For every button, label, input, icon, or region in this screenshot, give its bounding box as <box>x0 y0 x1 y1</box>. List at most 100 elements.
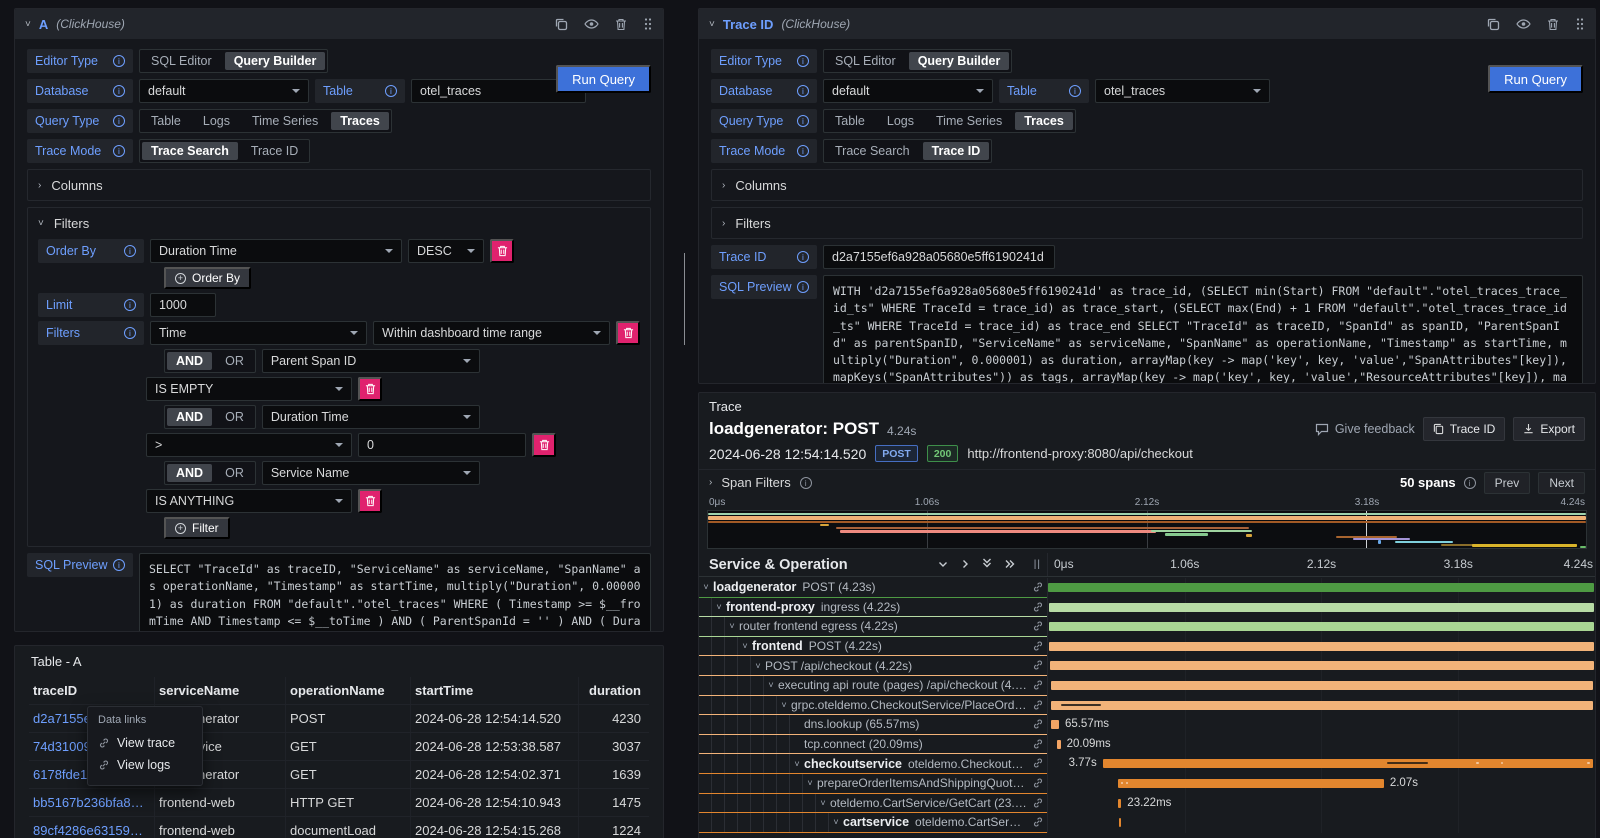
delete-query-icon[interactable] <box>615 18 627 31</box>
span-link-icon[interactable] <box>1032 738 1044 753</box>
info-icon[interactable] <box>800 477 812 489</box>
view-logs-link[interactable]: View logs <box>98 754 192 776</box>
span-row[interactable]: ˅grpc.oteldemo.CheckoutService/PlaceOrde… <box>699 696 1595 716</box>
query-header-trace-id[interactable]: ˅ Trace ID (ClickHouse) <box>699 9 1595 39</box>
info-icon[interactable] <box>797 85 809 97</box>
remove-filter-button[interactable] <box>616 321 640 345</box>
give-feedback-link[interactable]: Give feedback <box>1315 422 1415 436</box>
span-timeline-cell[interactable] <box>1047 656 1595 676</box>
database-select[interactable]: default <box>139 79 309 103</box>
span-timeline-cell[interactable] <box>1047 617 1595 637</box>
drag-handle-icon[interactable] <box>1575 17 1585 31</box>
filter-field-select[interactable]: Duration Time <box>262 405 480 429</box>
filter-value-input[interactable]: 0 <box>358 433 526 457</box>
span-timeline-cell[interactable]: 3.77s <box>1047 754 1595 774</box>
span-duration-bar[interactable] <box>1050 661 1594 670</box>
duplicate-icon[interactable] <box>554 17 568 31</box>
info-icon[interactable] <box>124 245 136 257</box>
query-builder-option[interactable]: Query Builder <box>225 52 326 70</box>
sql-editor-option[interactable]: SQL Editor <box>140 50 223 72</box>
export-button[interactable]: Export <box>1513 417 1585 441</box>
trace-minimap[interactable] <box>707 510 1587 549</box>
span-duration-bar[interactable] <box>1057 740 1060 749</box>
span-duration-bar[interactable] <box>1119 818 1122 827</box>
span-row[interactable]: ˅POST /api/checkout (4.22s) <box>699 656 1595 676</box>
span-row[interactable]: ˅cartserviceoteldemo.CartService/GetCart <box>699 813 1595 833</box>
info-icon[interactable] <box>124 299 136 311</box>
info-icon[interactable] <box>124 327 136 339</box>
filter-field-select[interactable]: Service Name <box>262 461 480 485</box>
info-icon[interactable] <box>797 115 809 127</box>
run-query-button[interactable]: Run Query <box>556 65 651 93</box>
filter-field-select[interactable]: Time <box>150 321 367 345</box>
filter-operator-select[interactable]: IS ANYTHING <box>146 489 352 513</box>
span-row[interactable]: ˅frontend-proxyingress (4.22s) <box>699 598 1595 618</box>
column-resizer-handle[interactable]: || <box>1034 559 1041 570</box>
span-duration-bar[interactable] <box>1049 642 1594 651</box>
drag-handle-icon[interactable] <box>643 17 653 31</box>
span-toggle-chevron-icon[interactable]: ˅ <box>829 817 843 827</box>
span-toggle-chevron-icon[interactable]: ˅ <box>764 680 778 690</box>
info-icon[interactable] <box>113 145 125 157</box>
span-toggle-chevron-icon[interactable]: ˅ <box>790 759 804 769</box>
span-toggle-chevron-icon[interactable]: ˅ <box>803 778 817 788</box>
span-link-icon[interactable] <box>1032 757 1044 772</box>
panel-resize-handle[interactable] <box>684 253 685 345</box>
trace-search-option[interactable]: Trace Search <box>824 140 921 162</box>
order-by-field-select[interactable]: Duration Time <box>150 239 402 263</box>
span-row[interactable]: ˅checkoutserviceoteldemo.CheckoutService… <box>699 754 1595 774</box>
collapse-all-icon[interactable] <box>982 557 992 572</box>
limit-input[interactable]: 1000 <box>150 293 216 317</box>
query-type-toggle[interactable]: Table Logs Time Series Traces <box>139 109 392 133</box>
span-timeline-cell[interactable]: 65.57ms <box>1047 715 1595 735</box>
span-toggle-chevron-icon[interactable]: ˅ <box>751 661 765 671</box>
span-duration-bar[interactable] <box>1048 583 1594 592</box>
editor-type-toggle[interactable]: SQL Editor Query Builder <box>139 49 328 73</box>
span-filters-label[interactable]: Span Filters <box>721 475 790 490</box>
query-type-traces[interactable]: Traces <box>1015 112 1073 130</box>
next-button[interactable]: Next <box>1538 472 1585 494</box>
trace-id-link[interactable]: bb5167b236bfa8201... <box>29 789 155 816</box>
table-select[interactable]: otel_traces <box>1095 79 1270 103</box>
trace-id-option[interactable]: Trace ID <box>240 140 309 162</box>
query-type-traces[interactable]: Traces <box>331 112 389 130</box>
trace-id-input[interactable]: d2a7155ef6a928a05680e5ff6190241d <box>823 245 1055 269</box>
span-duration-bar[interactable] <box>1051 701 1594 710</box>
span-link-icon[interactable] <box>1032 797 1044 812</box>
delete-query-icon[interactable] <box>1547 18 1559 31</box>
query-type-logs[interactable]: Logs <box>192 110 241 132</box>
filter-operator-select[interactable]: IS EMPTY <box>146 377 352 401</box>
query-builder-option[interactable]: Query Builder <box>909 52 1010 70</box>
filters-section[interactable]: ›Filters <box>711 207 1583 239</box>
span-timeline-cell[interactable] <box>1047 813 1595 833</box>
database-select[interactable]: default <box>823 79 993 103</box>
span-duration-bar[interactable] <box>1118 779 1384 788</box>
info-icon[interactable] <box>1464 477 1476 489</box>
collapse-chevron-icon[interactable]: ˅ <box>709 19 715 30</box>
info-icon[interactable] <box>113 559 125 571</box>
prev-button[interactable]: Prev <box>1484 472 1531 494</box>
info-icon[interactable] <box>1069 85 1081 97</box>
span-timeline-cell[interactable]: 20.09ms <box>1047 735 1595 755</box>
span-timeline-cell[interactable]: 2.07s <box>1047 774 1595 794</box>
hide-response-eye-icon[interactable] <box>584 18 599 30</box>
info-icon[interactable] <box>797 55 809 67</box>
span-link-icon[interactable] <box>1032 699 1044 714</box>
query-type-toggle[interactable]: Table Logs Time Series Traces <box>823 109 1076 133</box>
remove-filter-button[interactable] <box>358 377 382 401</box>
trace-search-option[interactable]: Trace Search <box>142 142 238 160</box>
span-link-icon[interactable] <box>1032 640 1044 655</box>
info-icon[interactable] <box>113 115 125 127</box>
span-row[interactable]: ˅frontendPOST (4.22s) <box>699 637 1595 657</box>
info-icon[interactable] <box>113 55 125 67</box>
span-duration-bar[interactable] <box>1049 622 1594 631</box>
query-type-table[interactable]: Table <box>824 110 876 132</box>
editor-type-toggle[interactable]: SQL Editor Query Builder <box>823 49 1012 73</box>
query-type-logs[interactable]: Logs <box>876 110 925 132</box>
info-icon[interactable] <box>797 145 809 157</box>
span-row[interactable]: dns.lookup (65.57ms)65.57ms <box>699 715 1595 735</box>
span-toggle-chevron-icon[interactable]: ˅ <box>699 582 713 592</box>
span-duration-bar[interactable] <box>1118 799 1121 808</box>
filters-section-header[interactable]: ˅Filters <box>38 213 640 233</box>
query-type-table[interactable]: Table <box>140 110 192 132</box>
